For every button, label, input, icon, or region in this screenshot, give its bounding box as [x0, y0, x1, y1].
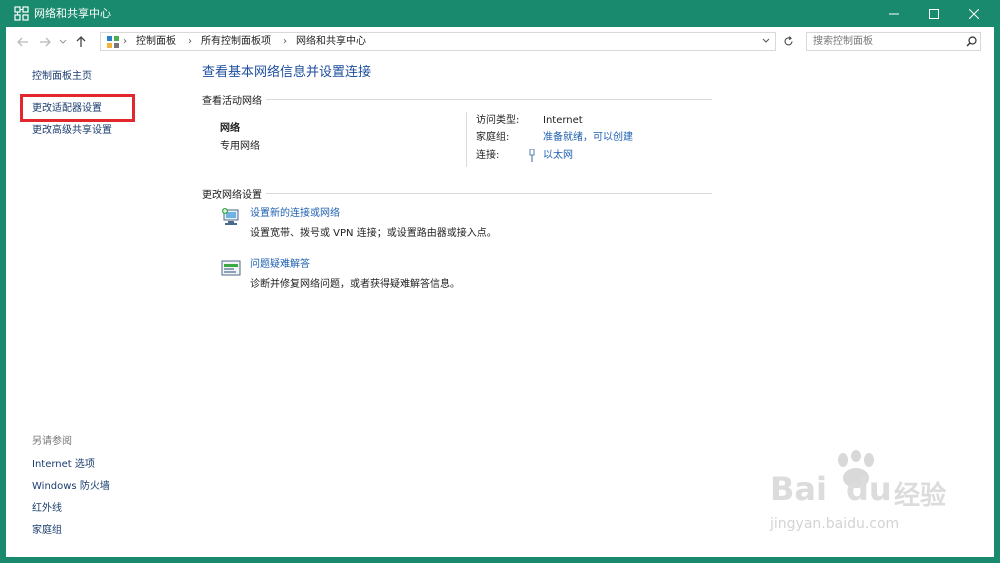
breadcrumb-separator: ›	[283, 36, 287, 47]
search-input[interactable]	[813, 35, 953, 48]
close-icon	[969, 8, 979, 19]
back-button[interactable]	[16, 35, 30, 49]
network-type-link[interactable]: 专用网络	[220, 140, 260, 154]
access-type-label: 访问类型:	[476, 115, 520, 126]
watermark-brand-du: du	[846, 470, 892, 508]
ethernet-connection-link[interactable]: 以太网	[543, 149, 573, 163]
watermark-jingyan: 经验	[894, 481, 947, 511]
address-field[interactable]: › 控制面板 › 所有控制面板项 › 网络和共享中心	[100, 32, 776, 51]
network-center-icon	[14, 6, 29, 21]
search-icon[interactable]	[966, 36, 977, 47]
refresh-icon	[783, 36, 793, 46]
change-settings-section-header: 更改网络设置	[202, 186, 266, 201]
active-network-section-header: 查看活动网络	[202, 92, 266, 107]
close-button[interactable]	[954, 0, 994, 27]
watermark-brand-bai: Bai	[770, 470, 827, 508]
sidebar-link-change-adapter-settings[interactable]: 更改适配器设置	[32, 102, 102, 116]
breadcrumb-all-items[interactable]: 所有控制面板项	[201, 35, 271, 49]
setup-connection-link[interactable]: 设置新的连接或网络	[250, 207, 340, 221]
setup-connection-description: 设置宽带、拨号或 VPN 连接；或设置路由器或接入点。	[250, 228, 497, 239]
search-box[interactable]	[806, 32, 981, 51]
sidebar-link-homegroup[interactable]: 家庭组	[32, 524, 62, 538]
connections-label: 连接:	[476, 150, 500, 161]
address-dropdown-icon[interactable]	[762, 38, 770, 44]
breadcrumb-network-center[interactable]: 网络和共享中心	[296, 35, 366, 49]
arrow-right-icon	[40, 37, 51, 47]
section-divider	[202, 99, 712, 100]
minimize-button[interactable]	[874, 0, 914, 27]
sidebar-link-windows-firewall[interactable]: Windows 防火墙	[32, 480, 110, 494]
access-type-value: Internet	[543, 115, 583, 126]
breadcrumb-separator: ›	[188, 36, 192, 47]
see-also-label: 另请参阅	[32, 436, 72, 447]
section-divider	[202, 193, 712, 194]
watermark-url: jingyan.baidu.com	[770, 516, 900, 532]
sidebar-link-infrared[interactable]: 红外线	[32, 502, 62, 516]
network-name: 网络	[220, 123, 240, 134]
address-toolbar: › 控制面板 › 所有控制面板项 › 网络和共享中心	[6, 27, 994, 57]
page-title: 查看基本网络信息并设置连接	[202, 65, 372, 80]
vertical-scrollbar[interactable]	[981, 57, 994, 547]
sidebar-link-control-panel-home[interactable]: 控制面板主页	[32, 70, 92, 84]
control-panel-window: 网络和共享中心 › 控制面板 › 所有控制面板项 › 网络和共享中心 搜索控制面…	[6, 0, 994, 557]
refresh-button[interactable]	[780, 33, 796, 50]
breadcrumb-control-panel[interactable]: 控制面板	[136, 35, 176, 49]
forward-button[interactable]	[38, 35, 52, 49]
sidebar-link-advanced-sharing[interactable]: 更改高级共享设置	[32, 124, 112, 138]
chevron-down-icon	[59, 39, 67, 44]
ethernet-icon	[529, 149, 535, 162]
troubleshoot-link[interactable]: 问题疑难解答	[250, 258, 310, 272]
breadcrumb-separator: ›	[123, 36, 127, 47]
minimize-icon	[889, 13, 899, 14]
homegroup-label: 家庭组:	[476, 132, 510, 143]
homegroup-link[interactable]: 准备就绪，可以创建	[543, 131, 633, 145]
troubleshoot-description: 诊断并修复网络问题，或者获得疑难解答信息。	[250, 279, 460, 290]
network-info-divider	[466, 112, 467, 167]
recent-locations-button[interactable]	[58, 35, 68, 49]
troubleshoot-icon	[221, 260, 241, 276]
control-panel-icon	[107, 36, 119, 48]
sidebar-link-internet-options[interactable]: Internet 选项	[32, 458, 95, 472]
up-button[interactable]	[74, 35, 88, 49]
window-title: 网络和共享中心	[34, 7, 111, 20]
baidu-watermark: Bai du 经验 jingyan.baidu.com	[756, 450, 956, 540]
arrow-left-icon	[17, 37, 28, 47]
maximize-button[interactable]	[914, 0, 954, 27]
left-navigation-pane: 控制面板主页 更改适配器设置 更改高级共享设置 另请参阅 Internet 选项…	[6, 57, 181, 547]
new-connection-icon	[222, 208, 239, 225]
title-bar[interactable]: 网络和共享中心	[6, 0, 994, 27]
arrow-up-icon	[76, 36, 86, 47]
maximize-icon	[929, 8, 939, 19]
